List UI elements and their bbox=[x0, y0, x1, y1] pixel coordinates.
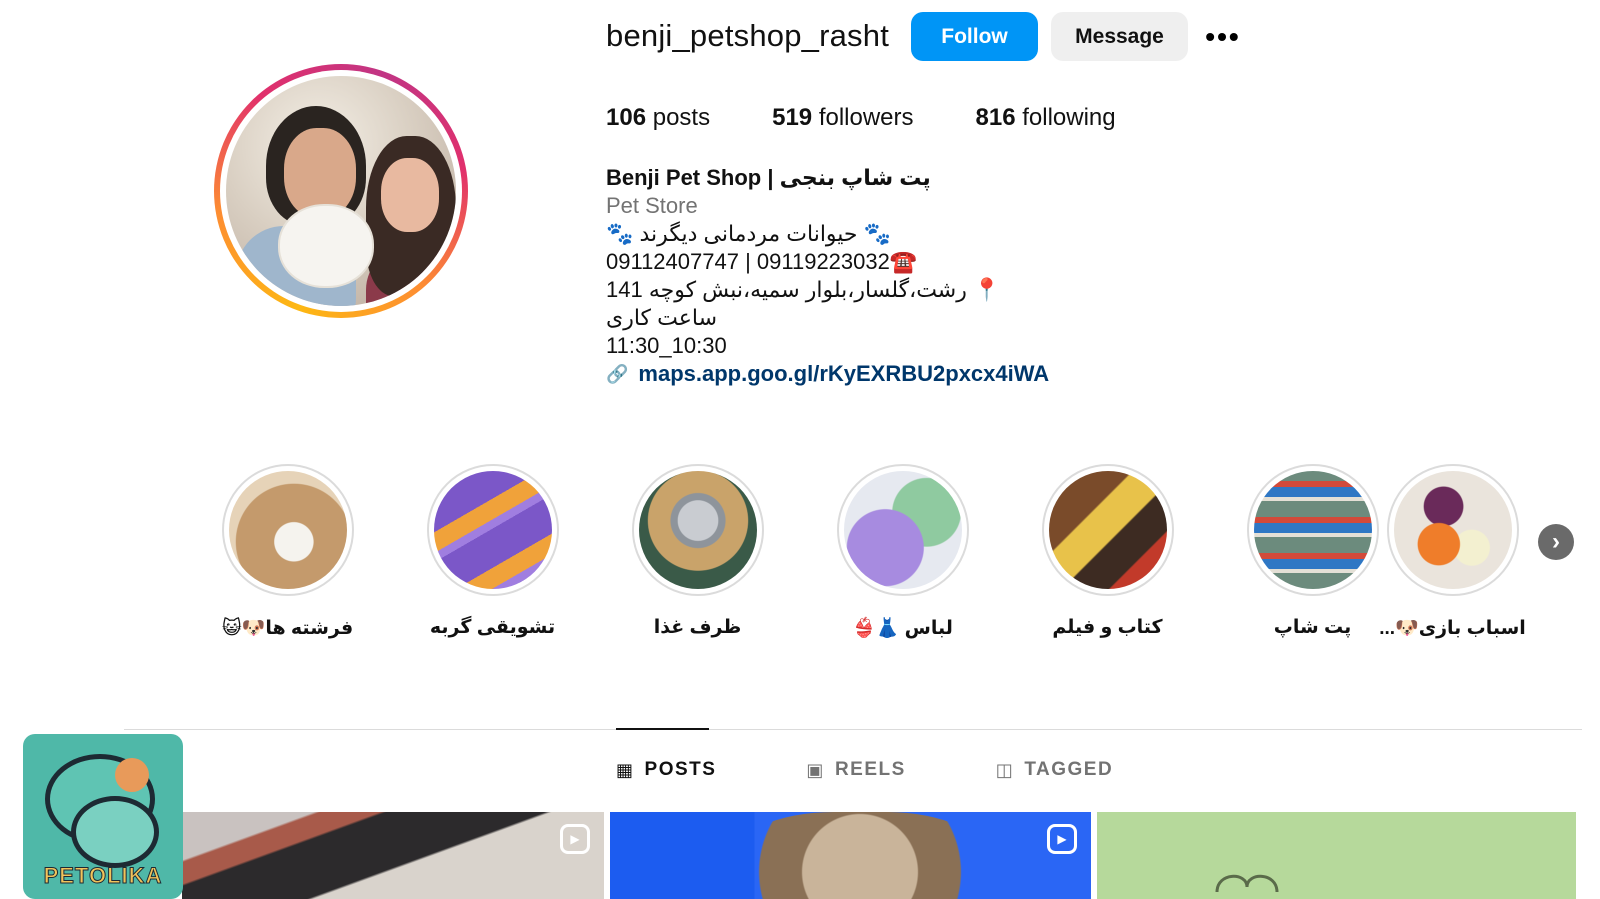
highlight-label: اسباب بازی🐶... bbox=[1379, 618, 1526, 639]
reels-icon: ▶ bbox=[1047, 824, 1077, 854]
highlight-cover bbox=[1393, 471, 1512, 589]
post-thumbnail[interactable] bbox=[1097, 812, 1576, 899]
profile-tabs: ▦ POSTS ▣ REELS ◫ TAGGED bbox=[616, 759, 1113, 781]
highlight-cover bbox=[228, 471, 347, 589]
profile-username: benji_petshop_rasht bbox=[606, 18, 890, 53]
bio-hours-label: ساعت کاری bbox=[606, 305, 717, 330]
link-icon: 🔗 bbox=[606, 364, 629, 384]
highlight-label: لباس 👗👙 bbox=[852, 618, 953, 639]
highlight-item[interactable]: فرشته ها🐶😺 bbox=[185, 464, 390, 640]
tab-posts[interactable]: ▦ POSTS bbox=[616, 759, 716, 781]
reels-icon: ▣ bbox=[806, 759, 825, 780]
tab-posts-label: POSTS bbox=[644, 759, 717, 780]
more-options-icon[interactable]: ••• bbox=[1203, 21, 1243, 52]
highlight-item[interactable]: ظرف غذا bbox=[595, 464, 800, 639]
post-thumbnail[interactable]: ▶ bbox=[610, 812, 1091, 899]
profile-stats: 106 posts 519 followers 816 following bbox=[606, 104, 1116, 132]
highlight-cover bbox=[1048, 471, 1167, 589]
story-highlights: فرشته ها🐶😺 تشویقی گربه ظرف غذا لباس 👗👙 ک… bbox=[190, 464, 1574, 654]
message-button[interactable]: Message bbox=[1051, 12, 1188, 61]
profile-display-name: Benji Pet Shop | پت شاپ بنجی bbox=[606, 165, 931, 190]
highlight-item[interactable]: اسباب بازی🐶... bbox=[1350, 464, 1555, 640]
bio-address: 📍 رشت،گلسار،بلوار سمیه،نبش کوچه 141 bbox=[606, 277, 1001, 302]
profile-category: Pet Store bbox=[606, 193, 698, 218]
tagged-icon: ◫ bbox=[995, 759, 1015, 780]
bio-line: 🐾 حیوانات مردمانی دیگرند 🐾 bbox=[606, 221, 892, 246]
highlight-label: ظرف غذا bbox=[653, 617, 742, 638]
highlight-item[interactable]: کتاب و فیلم bbox=[1005, 464, 1210, 639]
active-tab-indicator bbox=[616, 728, 709, 730]
avatar-border bbox=[220, 70, 462, 312]
following-count[interactable]: 816 following bbox=[976, 104, 1116, 132]
logo-text: PETOLIKA bbox=[43, 863, 163, 889]
tab-tagged[interactable]: ◫ TAGGED bbox=[996, 759, 1113, 781]
post-thumbnail[interactable]: ▶ bbox=[182, 812, 604, 899]
tab-reels-label: REELS bbox=[834, 759, 906, 780]
watermark-logo: PETOLIKA bbox=[23, 734, 183, 899]
chevron-right-icon[interactable]: › bbox=[1538, 524, 1574, 560]
bio-hours: 11:30_10:30 bbox=[606, 333, 727, 358]
profile-bio: Benji Pet Shop | پت شاپ بنجی Pet Store 🐾… bbox=[606, 164, 1126, 388]
followers-count[interactable]: 519 followers bbox=[772, 104, 913, 132]
avatar-photo bbox=[226, 76, 456, 306]
profile-avatar[interactable] bbox=[214, 64, 468, 318]
bio-phone: 09112407747 | 09119223032☎️ bbox=[606, 249, 918, 274]
highlight-item[interactable]: تشویقی گربه bbox=[390, 464, 595, 639]
highlight-label: کتاب و فیلم bbox=[1052, 617, 1163, 638]
highlight-cover bbox=[638, 471, 757, 589]
highlight-label: فرشته ها🐶😺 bbox=[221, 618, 354, 639]
bio-link[interactable]: 🔗 maps.app.goo.gl/rKyEXRBU2pxcx4iWA bbox=[606, 360, 1126, 388]
grid-icon: ▦ bbox=[616, 759, 635, 780]
posts-count: 106 posts bbox=[606, 104, 711, 131]
highlight-cover bbox=[433, 471, 552, 589]
follow-button[interactable]: Follow bbox=[911, 12, 1038, 61]
highlight-item[interactable]: لباس 👗👙 bbox=[800, 464, 1005, 640]
bio-link-text[interactable]: maps.app.goo.gl/rKyEXRBU2pxcx4iWA bbox=[638, 360, 1049, 388]
tab-tagged-label: TAGGED bbox=[1024, 759, 1114, 780]
tab-reels[interactable]: ▣ REELS bbox=[806, 759, 905, 781]
highlight-label: تشویقی گربه bbox=[429, 617, 556, 638]
highlight-cover bbox=[843, 471, 962, 589]
tabs-divider bbox=[124, 729, 1582, 730]
post-graphic bbox=[1215, 874, 1279, 893]
reels-icon: ▶ bbox=[560, 824, 590, 854]
